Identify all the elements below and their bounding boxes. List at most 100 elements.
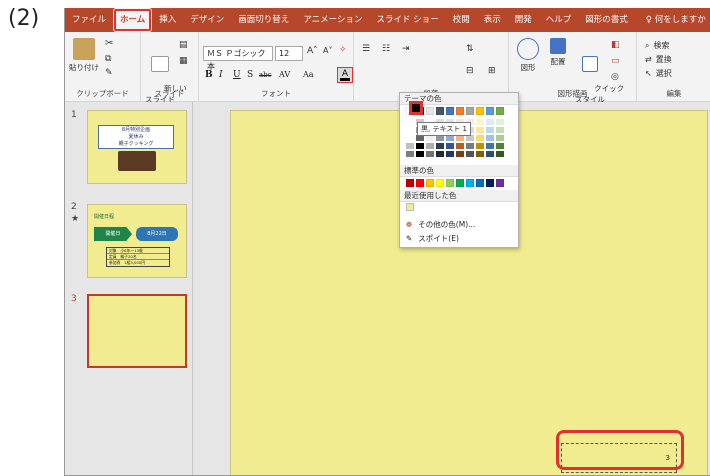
tab-review[interactable]: 校閲 (446, 8, 477, 32)
shadow-button[interactable]: S (247, 70, 253, 80)
tab-file[interactable]: ファイル (65, 8, 113, 32)
font-size-combo[interactable]: 12 (275, 46, 303, 61)
tab-view[interactable]: 表示 (477, 8, 508, 32)
shade-swatch[interactable] (486, 143, 494, 149)
shade-swatch[interactable] (446, 143, 454, 149)
shade-swatch[interactable] (456, 143, 464, 149)
shade-swatch[interactable] (406, 127, 414, 133)
shade-swatch[interactable] (476, 143, 484, 149)
shape-effects-icon[interactable]: ◎ (611, 72, 619, 82)
tab-developer[interactable]: 開発 (508, 8, 539, 32)
theme-color-swatch[interactable] (446, 107, 454, 115)
cut-icon[interactable]: ✂ (105, 38, 113, 49)
shade-swatch[interactable] (476, 135, 484, 141)
replace-button[interactable]: ⇄ 置換 (645, 54, 672, 65)
standard-color-swatch[interactable] (466, 179, 474, 187)
tab-help[interactable]: ヘルプ (539, 8, 579, 32)
tab-transitions[interactable]: 画面切り替え (231, 8, 296, 32)
align-text-icon[interactable]: ⊟ (466, 66, 474, 76)
format-painter-icon[interactable]: ✎ (105, 68, 113, 78)
tell-me-box[interactable]: ♀ 何をしますか (639, 8, 710, 32)
standard-color-swatch[interactable] (476, 179, 484, 187)
theme-color-swatch[interactable] (496, 107, 504, 115)
shade-swatch[interactable] (486, 127, 494, 133)
selected-black-swatch[interactable] (409, 101, 423, 115)
tab-slideshow[interactable]: スライド ショー (369, 8, 445, 32)
shade-swatch[interactable] (496, 135, 504, 141)
indent-icon[interactable]: ⇥ (402, 44, 410, 54)
text-direction-icon[interactable]: ⇅ (466, 44, 474, 54)
theme-color-swatch[interactable] (436, 107, 444, 115)
standard-color-swatch[interactable] (406, 179, 414, 187)
standard-color-swatch[interactable] (446, 179, 454, 187)
tab-shape-format[interactable]: 図形の書式 (578, 8, 635, 32)
shade-swatch[interactable] (476, 127, 484, 133)
underline-button[interactable]: U (233, 70, 241, 80)
strikethrough-button[interactable]: abc (259, 71, 272, 79)
bold-button[interactable]: B (205, 70, 213, 80)
shrink-font-icon[interactable]: A˅ (323, 46, 332, 55)
slide-thumbnail-3[interactable] (87, 294, 187, 368)
standard-color-swatch[interactable] (426, 179, 434, 187)
slide-thumbnail-2[interactable]: 開催日程 開催日 8月22日 対象 小6年〜13歳 定員 親子20名 参加費 1… (87, 204, 187, 278)
change-case-button[interactable]: Aa (303, 70, 314, 79)
shade-swatch[interactable] (486, 119, 494, 125)
theme-color-swatch[interactable] (466, 107, 474, 115)
char-spacing-button[interactable]: AV (279, 70, 290, 79)
shade-swatch[interactable] (406, 119, 414, 125)
standard-color-swatch[interactable] (486, 179, 494, 187)
shade-swatch[interactable] (456, 151, 464, 157)
shade-swatch[interactable] (446, 151, 454, 157)
shade-swatch[interactable] (406, 151, 414, 157)
shade-swatch[interactable] (436, 143, 444, 149)
shade-swatch[interactable] (466, 151, 474, 157)
grow-font-icon[interactable]: A˄ (307, 46, 318, 56)
slide-thumbnail-1[interactable]: 8月特別企画 夏休み 親子クッキング (87, 110, 187, 184)
standard-color-swatch[interactable] (456, 179, 464, 187)
clear-format-icon[interactable]: ✧ (339, 45, 347, 55)
shade-swatch[interactable] (496, 127, 504, 133)
shade-swatch[interactable] (476, 119, 484, 125)
theme-color-swatch[interactable] (476, 107, 484, 115)
standard-color-swatch[interactable] (416, 179, 424, 187)
font-color-button[interactable]: A (337, 67, 353, 83)
shapes-button[interactable]: 図形 (515, 38, 541, 73)
eyedropper-item[interactable]: ✎ スポイト(E) (406, 233, 459, 244)
numbering-icon[interactable]: ☷ (382, 44, 390, 54)
shade-swatch[interactable] (496, 119, 504, 125)
reset-icon[interactable]: ▦ (179, 56, 188, 66)
shade-swatch[interactable] (496, 151, 504, 157)
shade-swatch[interactable] (486, 135, 494, 141)
arrange-button[interactable]: 配置 (545, 38, 571, 67)
italic-button[interactable]: I (219, 70, 223, 80)
shade-swatch[interactable] (426, 143, 434, 149)
shade-swatch[interactable] (426, 151, 434, 157)
shade-swatch[interactable] (416, 151, 424, 157)
tab-design[interactable]: デザイン (183, 8, 231, 32)
tab-insert[interactable]: 挿入 (152, 8, 183, 32)
copy-icon[interactable]: ⧉ (105, 54, 111, 64)
more-colors-item[interactable]: ❁ その他の色(M)... (406, 219, 475, 230)
tab-home[interactable]: ホーム (113, 8, 153, 32)
layout-icon[interactable]: ▤ (179, 40, 188, 50)
tab-animations[interactable]: アニメーション (296, 8, 369, 32)
shape-fill-icon[interactable]: ◧ (611, 40, 620, 50)
theme-color-swatch[interactable] (456, 107, 464, 115)
shade-swatch[interactable] (466, 143, 474, 149)
paste-button[interactable]: 貼り付け (69, 38, 99, 73)
shade-swatch[interactable] (436, 151, 444, 157)
smartart-icon[interactable]: ⊞ (488, 66, 496, 76)
shade-swatch[interactable] (406, 135, 414, 141)
shade-swatch[interactable] (406, 143, 414, 149)
standard-color-swatch[interactable] (496, 179, 504, 187)
shade-swatch[interactable] (476, 151, 484, 157)
shade-swatch[interactable] (486, 151, 494, 157)
shade-swatch[interactable] (416, 143, 424, 149)
shade-swatch[interactable] (496, 143, 504, 149)
bullets-icon[interactable]: ☰ (362, 44, 370, 54)
font-name-combo[interactable]: ＭＳ Ｐゴシック 本 (203, 46, 273, 71)
select-button[interactable]: ↖ 選択 (645, 68, 672, 79)
theme-color-swatch[interactable] (486, 107, 494, 115)
recent-color-swatch[interactable] (406, 203, 414, 211)
theme-color-swatch[interactable] (426, 107, 434, 115)
